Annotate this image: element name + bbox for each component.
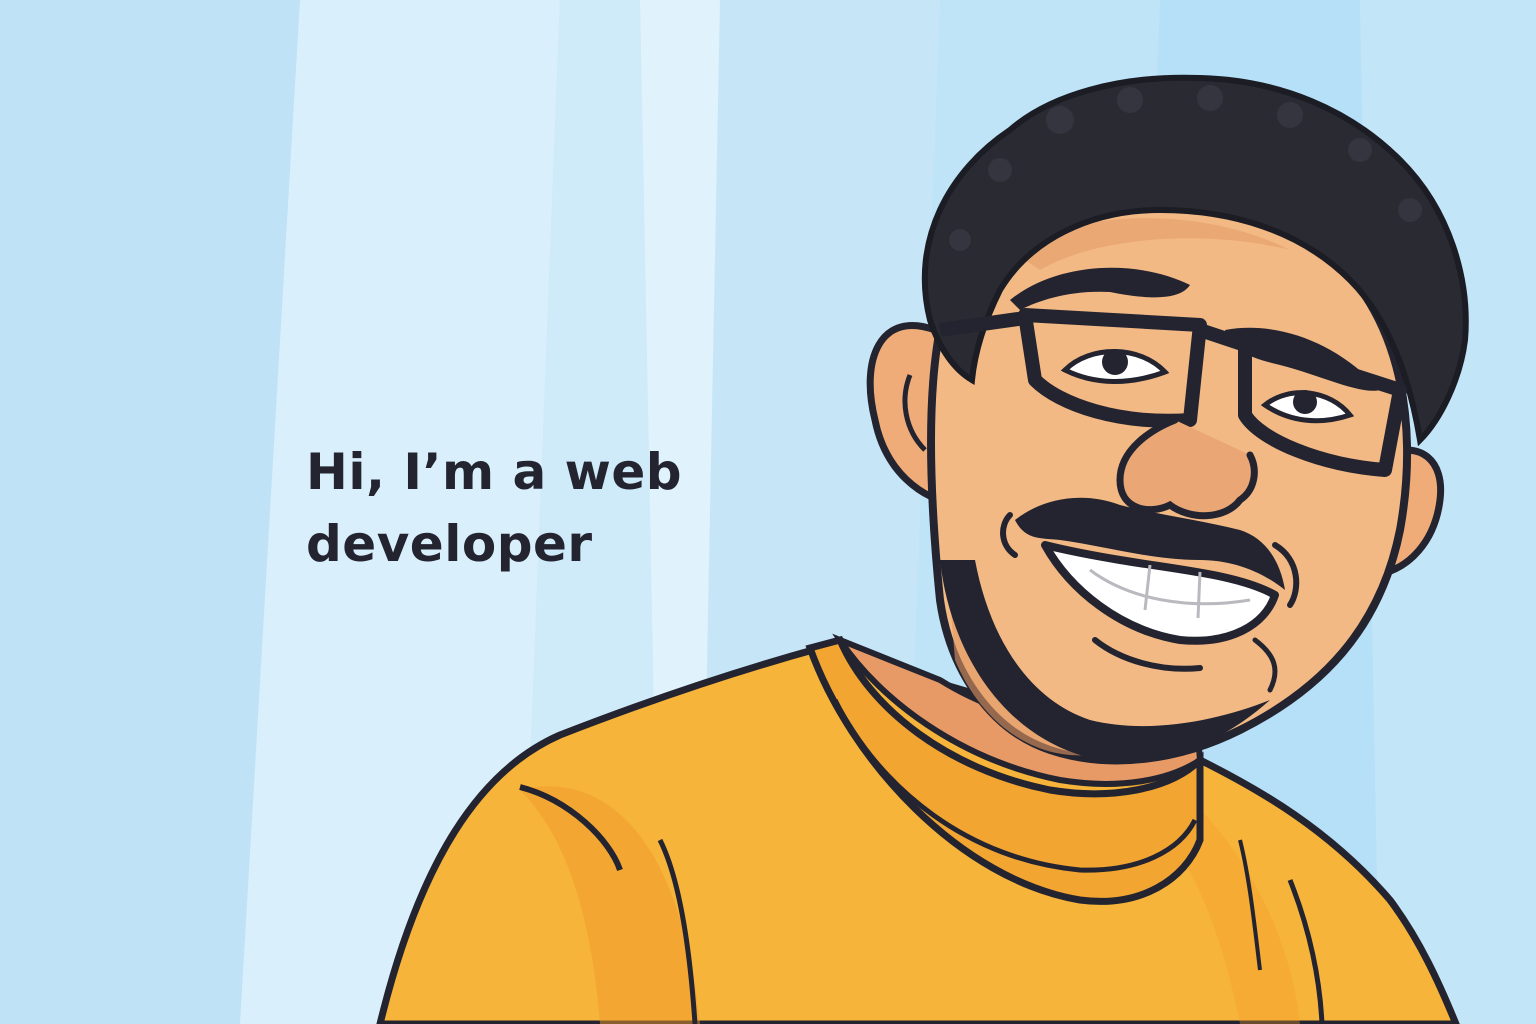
- hero-headline: Hi, I’m a web developer: [306, 436, 726, 580]
- headline-line-1: Hi, I’m a web: [306, 443, 683, 501]
- headline-line-2: developer: [306, 515, 593, 573]
- hero-scene: Hi, I’m a web developer: [0, 0, 1536, 1024]
- developer-avatar-illustration: [376, 74, 1469, 1024]
